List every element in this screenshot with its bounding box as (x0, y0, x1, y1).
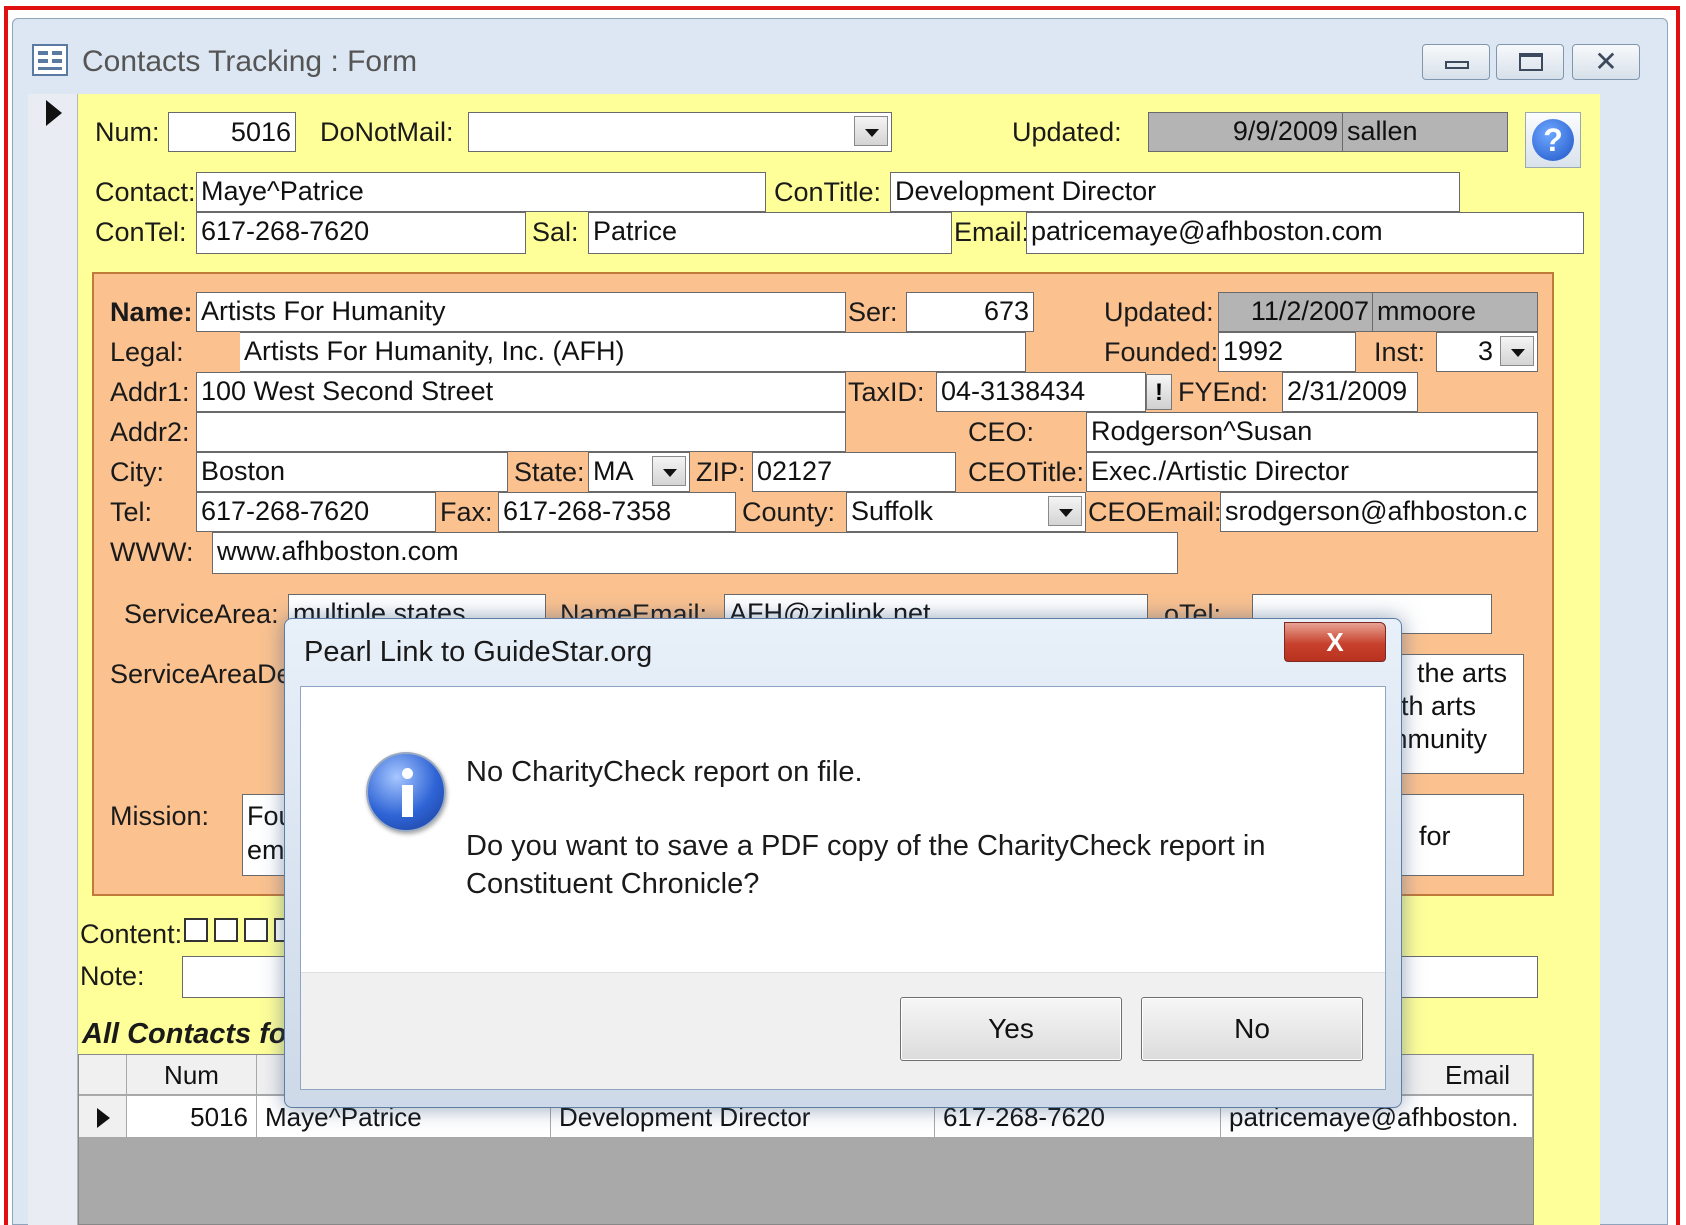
restore-button[interactable] (1496, 44, 1564, 80)
dialog-close-button[interactable]: X (1284, 622, 1386, 662)
fyend-label: FYEnd: (1178, 377, 1269, 407)
fax-label: Fax: (440, 497, 493, 527)
state-label: State: (514, 457, 585, 487)
state-combo[interactable]: MA (588, 452, 690, 492)
donotmail-combo[interactable] (468, 112, 892, 152)
contact-field[interactable]: Maye^Patrice (196, 172, 766, 212)
form-icon (32, 44, 68, 76)
info-icon (366, 752, 446, 832)
close-window-button[interactable]: ✕ (1572, 44, 1640, 80)
inst-label: Inst: (1374, 337, 1426, 367)
content-checkbox[interactable] (244, 918, 268, 942)
mission-label: Mission: (110, 801, 210, 831)
dialog-message-line2: Do you want to save a PDF copy of the Ch… (466, 830, 1266, 862)
state-value: MA (593, 456, 634, 486)
email-field[interactable]: patricemaye@afhboston.com (1026, 212, 1584, 254)
legal-label: Legal: (110, 337, 184, 367)
record-selector-arrow[interactable] (46, 100, 62, 126)
content-checkbox[interactable] (184, 918, 208, 942)
founded-field[interactable]: 1992 (1218, 332, 1356, 372)
county-label: County: (742, 497, 836, 527)
fyend-field[interactable]: 2/31/2009 (1282, 372, 1418, 412)
content-checkbox[interactable] (214, 918, 238, 942)
grid-selector-header (79, 1055, 127, 1095)
sal-label: Sal: (532, 217, 579, 247)
close-icon: ✕ (1594, 46, 1618, 77)
city-label: City: (110, 457, 164, 487)
org-name-label: Name: (110, 297, 193, 327)
ser-field[interactable]: 673 (906, 292, 1034, 332)
ceotitle-label: CEOTitle: (968, 457, 1085, 487)
window-title: Contacts Tracking : Form (82, 45, 418, 78)
donotmail-label: DoNotMail: (320, 117, 454, 147)
zip-field[interactable]: 02127 (752, 452, 956, 492)
contitle-label: ConTitle: (774, 177, 882, 207)
legal-field[interactable]: Artists For Humanity, Inc. (AFH) (240, 332, 1026, 372)
tel-field[interactable]: 617-268-7620 (196, 492, 436, 532)
chevron-down-icon[interactable] (1500, 336, 1534, 366)
serviceareadesc-label: ServiceAreaDe (110, 659, 292, 689)
contact-updated-by: sallen (1342, 112, 1508, 152)
org-updated-label: Updated: (1104, 297, 1214, 327)
yes-button[interactable]: Yes (900, 997, 1122, 1061)
grid-cell-num[interactable]: 5016 (127, 1096, 257, 1138)
num-field[interactable]: 5016 (168, 112, 296, 152)
chevron-down-icon[interactable] (1048, 496, 1082, 526)
dialog-title: Pearl Link to GuideStar.org (304, 636, 653, 668)
ceoemail-field[interactable]: srodgerson@afhboston.c (1220, 492, 1538, 532)
content-label: Content: (80, 919, 183, 949)
county-combo[interactable]: Suffolk (846, 492, 1086, 532)
contact-label: Contact: (95, 177, 196, 207)
ceotitle-field[interactable]: Exec./Artistic Director (1086, 452, 1538, 492)
grid-row-selector[interactable] (79, 1096, 127, 1138)
grid-header-num[interactable]: Num (127, 1055, 257, 1095)
ceo-field[interactable]: Rodgerson^Susan (1086, 412, 1538, 452)
inst-combo[interactable]: 3 (1436, 332, 1538, 372)
chevron-down-icon[interactable] (854, 116, 888, 146)
addr1-label: Addr1: (110, 377, 190, 407)
addr2-field[interactable] (196, 412, 846, 452)
taxid-field[interactable]: 04-3138434 (936, 372, 1146, 412)
email-label: Email: (954, 217, 1030, 247)
dialog-message-line3: Constituent Chronicle? (466, 868, 760, 900)
note-label: Note: (80, 961, 145, 991)
founded-label: Founded: (1104, 337, 1219, 367)
help-icon[interactable]: ? (1525, 112, 1581, 168)
taxid-label: TaxID: (848, 377, 925, 407)
num-label: Num: (95, 117, 160, 147)
org-name-field[interactable]: Artists For Humanity (196, 292, 846, 332)
minimize-button[interactable] (1422, 44, 1490, 80)
www-field[interactable]: www.afhboston.com (212, 532, 1178, 574)
ceo-label: CEO: (968, 417, 1035, 447)
sal-field[interactable]: Patrice (588, 212, 952, 254)
contact-updated-date: 9/9/2009 (1148, 112, 1343, 152)
addr1-field[interactable]: 100 West Second Street (196, 372, 846, 412)
contel-label: ConTel: (95, 217, 187, 247)
updated-label: Updated: (1012, 117, 1122, 147)
record-selector-strip (28, 94, 78, 1225)
city-field[interactable]: Boston (196, 452, 508, 492)
addr2-label: Addr2: (110, 417, 190, 447)
tel-label: Tel: (110, 497, 153, 527)
inst-value: 3 (1477, 336, 1493, 366)
taxid-lookup-button[interactable]: ! (1146, 374, 1172, 410)
org-updated-by: mmoore (1372, 292, 1538, 332)
org-updated-date: 11/2/2007 (1218, 292, 1374, 332)
ceoemail-label: CEOEmail: (1088, 497, 1222, 527)
no-button[interactable]: No (1141, 997, 1363, 1061)
county-value: Suffolk (851, 496, 934, 526)
chevron-down-icon[interactable] (652, 456, 686, 486)
servicearea-label: ServiceArea: (124, 599, 279, 629)
dialog-message-line1: No CharityCheck report on file. (466, 756, 863, 788)
zip-label: ZIP: (696, 457, 746, 487)
fax-field[interactable]: 617-268-7358 (498, 492, 736, 532)
ser-label: Ser: (848, 297, 898, 327)
www-label: WWW: (110, 537, 194, 567)
contitle-field[interactable]: Development Director (890, 172, 1460, 212)
close-icon: X (1326, 627, 1344, 657)
contel-field[interactable]: 617-268-7620 (196, 212, 526, 254)
contacts-section-title: All Contacts fo (82, 1018, 287, 1050)
